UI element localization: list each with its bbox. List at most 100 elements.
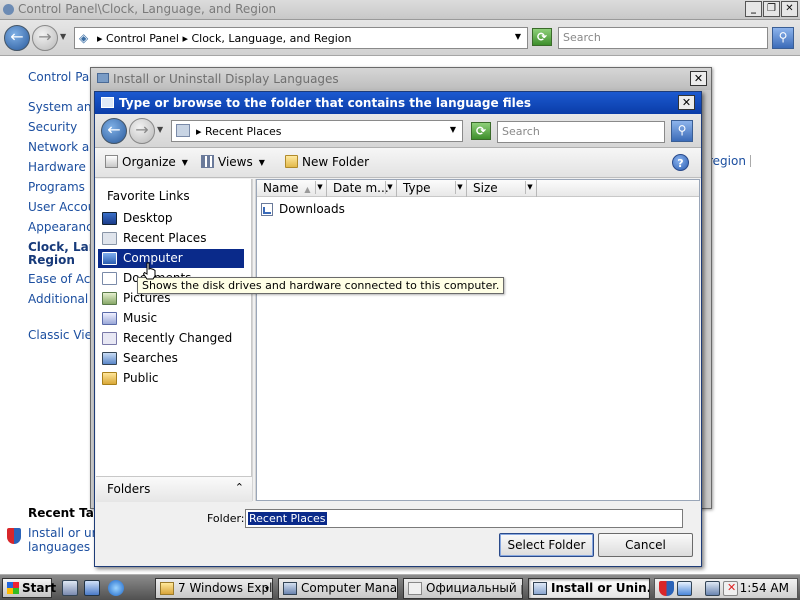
browse-address-location[interactable]: ▸ Recent Places <box>196 125 282 138</box>
cancel-button[interactable]: Cancel <box>598 533 693 557</box>
taskbar-item-label: 7 Windows Expl... <box>178 581 273 595</box>
recent-places-address-icon <box>176 124 190 137</box>
column-name[interactable]: Name ▲ ▼ <box>257 180 327 197</box>
favorite-link-label: Music <box>123 311 158 325</box>
favorite-link-recent-places[interactable]: Recent Places <box>98 229 244 248</box>
favorite-links-pane: Favorite Links Desktop Recent Places Com… <box>96 179 252 501</box>
browse-address-dropdown[interactable]: ▼ <box>450 125 456 134</box>
minimize-button[interactable]: _ <box>745 1 762 17</box>
address-field[interactable]: ◈ ▸ Control Panel ▸ Clock, Language, and… <box>74 27 528 49</box>
favorite-link-searches[interactable]: Searches <box>98 349 244 368</box>
browse-search-input[interactable]: Search <box>497 121 665 143</box>
favorite-link-label: Recent Places <box>123 231 207 245</box>
taskbar-item-windows-explorer[interactable]: 7 Windows Expl...▾ <box>155 578 273 599</box>
close-button[interactable]: ✕ <box>781 1 798 17</box>
select-folder-button[interactable]: Select Folder <box>499 533 594 557</box>
taskbar-item-computer-management[interactable]: Computer Manag... <box>278 578 398 599</box>
column-filter-dropdown[interactable]: ▼ <box>455 181 464 194</box>
switch-windows-icon[interactable] <box>84 580 100 596</box>
recent-pages-dropdown[interactable]: ▼ <box>60 32 66 41</box>
taskbar-item-label: Computer Manag... <box>301 581 398 595</box>
column-date-modified[interactable]: Date m... ▼ <box>327 180 397 197</box>
column-date-label: Date m... <box>333 181 389 195</box>
favorite-link-computer[interactable]: Computer <box>98 249 244 268</box>
install-dialog-title: Install or Uninstall Display Languages <box>113 72 339 86</box>
column-filter-dropdown[interactable]: ▼ <box>385 181 394 194</box>
taskbar-item-browser[interactable]: Официальный р... <box>403 578 523 599</box>
sidebar-item-system[interactable]: System and <box>28 100 99 114</box>
address-breadcrumb[interactable]: ▸ Control Panel ▸ Clock, Language, and R… <box>97 32 351 45</box>
system-clock[interactable]: 1:54 AM <box>740 581 789 595</box>
browse-history-dropdown[interactable]: ▼ <box>157 125 163 134</box>
search-icon[interactable]: ⚲ <box>772 27 794 49</box>
favorite-link-desktop[interactable]: Desktop <box>98 209 244 228</box>
views-icon <box>201 155 214 168</box>
control-panel-titlebar: Control Panel\Clock, Language, and Regio… <box>0 0 800 20</box>
browse-back-button[interactable]: ← <box>101 118 127 144</box>
favorite-link-recently-changed[interactable]: Recently Changed <box>98 329 244 348</box>
browse-toolbar: Organize ▼ Views ▼ New Folder ? <box>95 148 701 178</box>
organize-chevron-down-icon: ▼ <box>181 158 188 167</box>
column-type[interactable]: Type ▼ <box>397 180 467 197</box>
folder-input-value: Recent Places <box>248 512 327 525</box>
browse-forward-button[interactable]: → <box>129 118 155 144</box>
file-name: Downloads <box>279 202 345 216</box>
back-button[interactable]: ← <box>4 25 30 51</box>
maximize-button[interactable]: ❐ <box>763 1 780 17</box>
folders-label: Folders <box>107 482 151 496</box>
favorite-link-public[interactable]: Public <box>98 369 244 388</box>
volume-muted-icon[interactable] <box>723 581 738 596</box>
browse-dialog-close-button[interactable]: ✕ <box>678 95 695 110</box>
favorite-link-music[interactable]: Music <box>98 309 244 328</box>
browse-refresh-button[interactable]: ⟳ <box>471 122 491 140</box>
address-dropdown[interactable]: ▼ <box>515 32 521 41</box>
display-icon[interactable] <box>705 581 720 596</box>
pictures-icon <box>102 292 117 305</box>
search-input[interactable]: Search <box>558 27 768 49</box>
sidebar-item-region[interactable]: Region <box>28 254 75 267</box>
taskbar-item-install-languages[interactable]: Install or Unin... <box>528 578 650 599</box>
sidebar-item-programs[interactable]: Programs <box>28 180 85 194</box>
organize-button[interactable]: Organize ▼ <box>105 155 188 169</box>
folders-toggle[interactable]: Folders ⌃ <box>96 476 252 502</box>
views-button[interactable]: Views ▼ <box>201 155 265 169</box>
forward-button[interactable]: → <box>32 25 58 51</box>
install-dialog-close-button[interactable]: ✕ <box>690 71 707 86</box>
list-item[interactable]: Downloads <box>261 200 345 218</box>
browse-search-icon[interactable]: ⚲ <box>671 120 693 142</box>
views-label: Views <box>218 155 253 169</box>
refresh-button[interactable]: ⟳ <box>532 28 552 46</box>
new-folder-label: New Folder <box>302 155 370 169</box>
taskbar-item-label: Install or Unin... <box>551 581 650 595</box>
security-shield-icon[interactable] <box>659 581 674 596</box>
network-status-icon[interactable] <box>677 581 692 596</box>
column-type-label: Type <box>403 181 431 195</box>
browse-dialog-icon <box>101 97 114 108</box>
recent-task-link-line2[interactable]: languages <box>28 540 90 554</box>
show-desktop-icon[interactable] <box>62 580 78 596</box>
column-size[interactable]: Size ▼ <box>467 180 537 197</box>
shortcut-icon <box>261 203 273 216</box>
sidebar-item-security[interactable]: Security <box>28 120 77 134</box>
internet-explorer-icon <box>408 582 422 595</box>
browse-address-field[interactable]: ▸ Recent Places ▼ <box>171 120 463 142</box>
column-filter-dropdown[interactable]: ▼ <box>315 181 324 194</box>
dialog-footer: Folder: Recent Places Select Folder Canc… <box>95 502 701 566</box>
internet-explorer-quicklaunch-icon[interactable] <box>108 580 124 596</box>
column-filter-dropdown[interactable]: ▼ <box>525 181 534 194</box>
favorite-link-label: Public <box>123 371 159 385</box>
chevron-down-icon: ▾ <box>264 584 269 593</box>
install-dialog-titlebar: Install or Uninstall Display Languages ✕ <box>91 68 711 90</box>
region-link-fragment[interactable]: region <box>708 154 746 168</box>
start-button[interactable]: Start <box>2 578 56 598</box>
help-icon[interactable]: ? <box>672 154 689 171</box>
folder-input[interactable]: Recent Places <box>245 509 683 528</box>
recently-changed-icon <box>102 332 117 345</box>
folder-label: Folder: <box>207 512 245 525</box>
browse-folder-dialog: Type or browse to the folder that contai… <box>94 91 702 567</box>
public-folder-icon <box>102 372 117 385</box>
column-name-label: Name <box>263 181 299 195</box>
uac-shield-icon <box>7 528 21 544</box>
new-folder-button[interactable]: New Folder <box>285 155 369 169</box>
new-folder-icon <box>285 155 298 168</box>
